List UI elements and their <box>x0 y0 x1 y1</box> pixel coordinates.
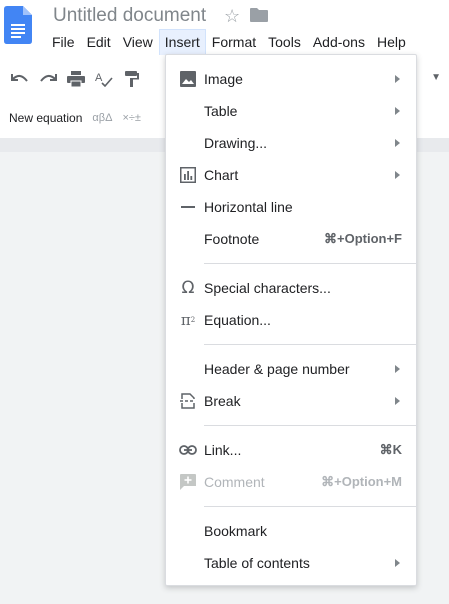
operations-dropdown[interactable]: ×÷± <box>122 112 141 124</box>
svg-text:A: A <box>95 72 103 84</box>
greek-letters-dropdown[interactable]: αβΔ <box>92 112 112 124</box>
menu-separator <box>204 425 416 426</box>
page-break-icon <box>178 391 198 411</box>
menu-item-header-page-number[interactable]: Header & page number <box>166 353 416 385</box>
shortcut-text: ⌘+Option+M <box>321 474 402 489</box>
menu-item-chart[interactable]: Chart <box>166 159 416 191</box>
submenu-arrow-icon <box>395 139 400 147</box>
submenu-arrow-icon <box>395 397 400 405</box>
pi-icon: π2 <box>180 311 196 329</box>
new-equation-button[interactable]: New equation <box>9 111 82 125</box>
omega-icon: Ω <box>181 278 195 298</box>
menu-item-special-characters[interactable]: Ω Special characters... <box>166 272 416 304</box>
print-icon[interactable] <box>62 65 90 93</box>
folder-icon[interactable] <box>250 6 269 26</box>
menu-edit[interactable]: Edit <box>81 29 117 55</box>
menu-item-image[interactable]: Image <box>166 63 416 95</box>
menu-item-drawing[interactable]: Drawing... <box>166 127 416 159</box>
menu-help[interactable]: Help <box>371 29 412 55</box>
menu-file[interactable]: File <box>46 29 81 55</box>
shortcut-text: ⌘K <box>379 442 402 457</box>
shortcut-text: ⌘+Option+F <box>324 231 402 246</box>
menu-item-comment[interactable]: Comment ⌘+Option+M <box>166 466 416 498</box>
undo-icon[interactable] <box>6 65 34 93</box>
submenu-arrow-icon <box>395 365 400 373</box>
menu-separator <box>204 506 416 507</box>
toolbar-dropdown-arrow-icon[interactable]: ▼ <box>431 72 441 83</box>
menu-item-link[interactable]: Link... ⌘K <box>166 434 416 466</box>
menu-add-ons[interactable]: Add-ons <box>307 29 371 55</box>
spellcheck-icon[interactable]: A <box>90 65 118 93</box>
submenu-arrow-icon <box>395 559 400 567</box>
chart-icon <box>178 165 198 185</box>
horizontal-line-icon <box>178 197 198 217</box>
menu-tools[interactable]: Tools <box>262 29 307 55</box>
image-icon <box>178 69 198 89</box>
star-icon[interactable]: ☆ <box>224 6 240 26</box>
menu-item-footnote[interactable]: Footnote ⌘+Option+F <box>166 223 416 255</box>
submenu-arrow-icon <box>395 171 400 179</box>
menu-format[interactable]: Format <box>206 29 262 55</box>
submenu-arrow-icon <box>395 107 400 115</box>
link-icon <box>178 440 198 460</box>
redo-icon[interactable] <box>34 65 62 93</box>
document-title[interactable]: Untitled document <box>53 5 206 27</box>
menu-item-equation[interactable]: π2 Equation... <box>166 304 416 336</box>
menu-item-break[interactable]: Break <box>166 385 416 417</box>
menu-item-horizontal-line[interactable]: Horizontal line <box>166 191 416 223</box>
insert-menu: Image Table Drawing... Chart Horizontal … <box>165 54 417 586</box>
add-comment-icon <box>178 472 198 492</box>
docs-logo-icon[interactable] <box>4 6 32 44</box>
menu-item-table-of-contents[interactable]: Table of contents <box>166 547 416 579</box>
menu-view[interactable]: View <box>117 29 159 55</box>
menu-insert[interactable]: Insert <box>158 29 206 55</box>
menu-item-table[interactable]: Table <box>166 95 416 127</box>
menu-separator <box>204 344 416 345</box>
menu-separator <box>204 263 416 264</box>
submenu-arrow-icon <box>395 75 400 83</box>
menu-bar: File Edit View Insert Format Tools Add-o… <box>46 29 412 55</box>
menu-item-bookmark[interactable]: Bookmark <box>166 515 416 547</box>
paint-format-icon[interactable] <box>118 65 146 93</box>
